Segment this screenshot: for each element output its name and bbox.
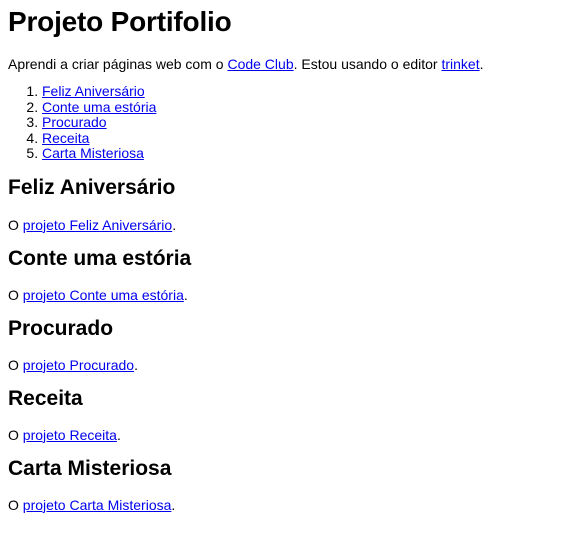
section-paragraph: O projeto Conte uma estória. xyxy=(8,287,563,303)
section-prefix: O xyxy=(8,426,23,443)
section-conte-uma-estoria: Conte uma estória O projeto Conte uma es… xyxy=(8,246,563,303)
intro-text-after: . xyxy=(479,56,484,72)
section-suffix: . xyxy=(116,426,121,443)
section-paragraph: O projeto Receita. xyxy=(8,427,563,443)
section-prefix: O xyxy=(8,496,23,513)
section-heading: Feliz Aniversário xyxy=(8,175,176,199)
section-prefix: O xyxy=(8,216,23,233)
section-heading: Procurado xyxy=(8,316,114,340)
code-club-link[interactable]: Code Club xyxy=(227,56,293,72)
toc-link-receita[interactable]: Receita xyxy=(42,130,89,146)
intro-paragraph: Aprendi a criar páginas web com o Code C… xyxy=(8,56,563,72)
section-paragraph: O projeto Feliz Aniversário. xyxy=(8,217,563,233)
toc-link-conte-uma-estoria[interactable]: Conte uma estória xyxy=(42,99,156,115)
section-suffix: . xyxy=(171,496,176,513)
toc-item-feliz-aniversario: Feliz Aniversário xyxy=(42,83,563,100)
section-prefix: O xyxy=(8,286,23,303)
project-link-feliz-aniversario[interactable]: projeto Feliz Aniversário xyxy=(23,217,172,233)
toc-link-feliz-aniversario[interactable]: Feliz Aniversário xyxy=(42,83,145,99)
intro-text-middle: . Estou usando o editor xyxy=(293,56,442,72)
section-carta-misteriosa: Carta Misteriosa O projeto Carta Misteri… xyxy=(8,456,563,513)
page-content: Projeto Portifolio Aprendi a criar págin… xyxy=(0,0,571,513)
toc-link-carta-misteriosa[interactable]: Carta Misteriosa xyxy=(42,145,144,161)
toc-item-carta-misteriosa: Carta Misteriosa xyxy=(42,145,563,162)
toc-item-procurado: Procurado xyxy=(42,114,563,131)
project-link-carta-misteriosa[interactable]: projeto Carta Misteriosa xyxy=(23,497,172,513)
project-link-procurado[interactable]: projeto Procurado xyxy=(23,357,134,373)
page-title: Projeto Portifolio xyxy=(8,6,232,37)
section-paragraph: O projeto Carta Misteriosa. xyxy=(8,497,563,513)
table-of-contents: Feliz Aniversário Conte uma estória Proc… xyxy=(8,83,563,162)
section-receita: Receita O projeto Receita. xyxy=(8,386,563,443)
section-feliz-aniversario: Feliz Aniversário O projeto Feliz Aniver… xyxy=(8,175,563,233)
section-suffix: . xyxy=(134,356,138,373)
section-paragraph: O projeto Procurado. xyxy=(8,357,563,373)
section-suffix: . xyxy=(172,216,177,233)
section-prefix: O xyxy=(8,356,23,373)
toc-link-procurado[interactable]: Procurado xyxy=(42,114,107,130)
section-heading: Carta Misteriosa xyxy=(8,456,172,480)
intro-text-before: Aprendi a criar páginas web com o xyxy=(8,56,228,72)
section-heading: Conte uma estória xyxy=(8,246,192,270)
trinket-link[interactable]: trinket xyxy=(441,56,479,72)
project-link-receita[interactable]: projeto Receita xyxy=(23,427,117,443)
toc-item-receita: Receita xyxy=(42,130,563,147)
project-link-conte-uma-estoria[interactable]: projeto Conte uma estória xyxy=(23,287,184,303)
section-procurado: Procurado O projeto Procurado. xyxy=(8,316,563,373)
toc-item-conte-uma-estoria: Conte uma estória xyxy=(42,99,563,116)
section-heading: Receita xyxy=(8,386,83,410)
section-suffix: . xyxy=(183,286,188,303)
